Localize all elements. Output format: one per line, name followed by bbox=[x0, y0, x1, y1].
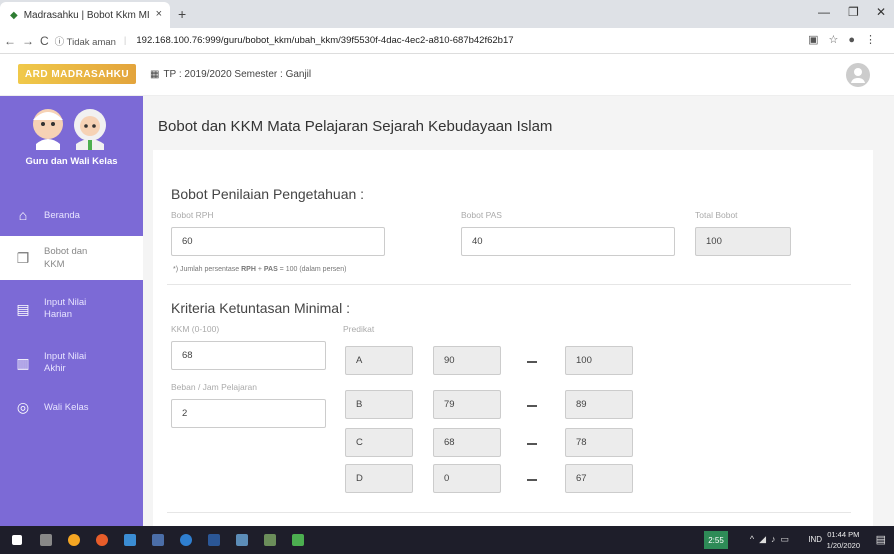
section-divider bbox=[167, 284, 851, 285]
sidebar-item-label: Input Nilai Harian bbox=[44, 297, 87, 320]
predikat-min: 68 bbox=[433, 428, 501, 457]
bobot-note-pas: PAS bbox=[263, 266, 278, 273]
sidebar-item-wali-kelas[interactable]: ◎ Wali Kelas bbox=[0, 394, 143, 420]
predikat-max: 100 bbox=[565, 346, 633, 375]
layers-icon: ❐ bbox=[16, 249, 30, 266]
browser-tab-bar: ◆ Madrasahku | Bobot Kkm MI × + — ❐ ✕ bbox=[0, 0, 894, 28]
home-icon: ⌂ bbox=[18, 207, 28, 223]
clock-time: 01:44 PM bbox=[827, 530, 860, 539]
app-logo[interactable]: ARD MADRASAHKU bbox=[18, 64, 136, 84]
sidebar-item-bobot-kkm[interactable]: ❐ Bobot dan KKM bbox=[0, 236, 143, 280]
clock-date: 1/20/2020 bbox=[826, 541, 860, 550]
beban-input[interactable]: 2 bbox=[171, 399, 326, 428]
predikat-grade: D bbox=[345, 464, 413, 493]
file-explorer-icon[interactable] bbox=[124, 534, 136, 546]
tab-title: Madrasahku | Bobot Kkm MI bbox=[23, 9, 150, 21]
range-dash bbox=[527, 361, 537, 363]
kkm-input[interactable]: 68 bbox=[171, 341, 326, 370]
browser-icon[interactable] bbox=[180, 534, 192, 546]
bobot-note-plus: + bbox=[255, 266, 264, 273]
close-window-icon[interactable]: ✕ bbox=[876, 5, 886, 19]
app-icon[interactable] bbox=[236, 534, 248, 546]
maximize-icon[interactable]: ❐ bbox=[848, 5, 859, 19]
favicon-icon: ◆ bbox=[10, 9, 18, 21]
sidebar-item-label: Input Nilai Akhir bbox=[44, 351, 87, 374]
user-circle-icon: ◎ bbox=[16, 398, 30, 415]
language-indicator[interactable]: IND bbox=[808, 535, 822, 544]
predikat-max: 89 bbox=[565, 390, 633, 419]
address-separator: | bbox=[123, 35, 127, 46]
new-tab-button[interactable]: + bbox=[178, 6, 186, 22]
task-view-icon[interactable] bbox=[40, 534, 52, 546]
main-content: Bobot dan KKM Mata Pelajaran Sejarah Keb… bbox=[143, 96, 894, 530]
bobot-note-suffix: = 100 (dalam persen) bbox=[277, 266, 347, 273]
predikat-grade: B bbox=[345, 390, 413, 419]
app-icon[interactable] bbox=[264, 534, 276, 546]
range-dash bbox=[527, 405, 537, 407]
bobot-section-title: Bobot Penilaian Pengetahuan : bbox=[171, 186, 365, 202]
beban-label: Beban / Jam Pelajaran bbox=[171, 382, 257, 392]
kkm-label: KKM (0-100) bbox=[171, 324, 220, 334]
tray-icons[interactable]: ^◢♪▭ bbox=[750, 534, 794, 545]
tray-app-indicator[interactable]: 2:55 bbox=[704, 531, 728, 549]
chrome-icon[interactable] bbox=[68, 534, 80, 546]
sidebar-item-input-nilai-harian[interactable]: ▤ Input Nilai Harian bbox=[0, 292, 143, 326]
sidebar-item-beranda[interactable]: ⌂ Beranda bbox=[0, 200, 143, 230]
range-dash bbox=[527, 479, 537, 481]
sidebar-item-input-nilai-akhir[interactable]: ▥ Input Nilai Akhir bbox=[0, 346, 143, 380]
store-icon[interactable] bbox=[152, 534, 164, 546]
note-icon: ▤ bbox=[16, 300, 30, 317]
predikat-label: Predikat bbox=[343, 324, 375, 334]
tp-semester-text: TP : 2019/2020 Semester : Ganjil bbox=[163, 69, 312, 80]
total-input: 100 bbox=[695, 227, 791, 256]
bobot-note: *) Jumlah persentase RPH + PAS = 100 (da… bbox=[173, 266, 346, 273]
windows-taskbar: 2:55 ^◢♪▭ IND 01:44 PM 1/20/2020 ▤ bbox=[0, 526, 894, 554]
predikat-grade: A bbox=[345, 346, 413, 375]
notification-icon[interactable]: ▤ bbox=[876, 533, 886, 546]
calendar-icon: ▦ bbox=[150, 69, 160, 80]
app-header: ARD MADRASAHKU ▦ TP : 2019/2020 Semester… bbox=[0, 54, 894, 96]
predikat-min: 90 bbox=[433, 346, 501, 375]
app-icon[interactable] bbox=[292, 534, 304, 546]
sidebar: Guru dan Wali Kelas ⌂ Beranda ❐ Bobot da… bbox=[0, 96, 143, 526]
sidebar-item-label: Bobot dan KKM bbox=[44, 246, 88, 270]
section-divider bbox=[167, 512, 851, 513]
predikat-grade: C bbox=[345, 428, 413, 457]
rph-input[interactable]: 60 bbox=[171, 227, 385, 256]
word-icon[interactable] bbox=[208, 534, 220, 546]
bobot-note-rph: RPH bbox=[241, 266, 256, 273]
form-card: Bobot Penilaian Pengetahuan : Bobot RPH … bbox=[153, 150, 873, 530]
firefox-icon[interactable] bbox=[96, 534, 108, 546]
predikat-min: 0 bbox=[433, 464, 501, 493]
user-avatar[interactable] bbox=[846, 63, 870, 87]
windows-start-icon[interactable] bbox=[12, 535, 22, 545]
nav-buttons[interactable]: ←→C bbox=[4, 34, 55, 48]
rph-label: Bobot RPH bbox=[171, 210, 214, 220]
sidebar-item-label: Beranda bbox=[44, 209, 80, 221]
sidebar-item-label: Wali Kelas bbox=[44, 401, 89, 413]
minimize-icon[interactable]: — bbox=[818, 5, 830, 19]
kkm-section-title: Kriteria Ketuntasan Minimal : bbox=[171, 300, 350, 316]
pas-input[interactable]: 40 bbox=[461, 227, 675, 256]
address-bar-actions[interactable]: ▣☆●⋮ bbox=[808, 33, 886, 46]
total-label: Total Bobot bbox=[695, 210, 738, 220]
clock[interactable]: 01:44 PM 1/20/2020 bbox=[827, 529, 860, 551]
students-illustration bbox=[33, 109, 106, 150]
range-dash bbox=[527, 443, 537, 445]
sidebar-role: Guru dan Wali Kelas bbox=[25, 156, 118, 167]
predikat-max: 78 bbox=[565, 428, 633, 457]
insecure-indicator[interactable]: ⓘ Tidak aman bbox=[55, 34, 116, 48]
pas-label: Bobot PAS bbox=[461, 210, 502, 220]
browser-tab[interactable]: ◆ Madrasahku | Bobot Kkm MI × bbox=[0, 2, 170, 28]
bobot-note-prefix: *) Jumlah persentase bbox=[173, 266, 242, 273]
tab-close-icon[interactable]: × bbox=[156, 8, 162, 20]
url-field[interactable]: 192.168.100.76:999/guru/bobot_kkm/ubah_k… bbox=[136, 35, 513, 46]
address-bar: ←→C ⓘ Tidak aman | 192.168.100.76:999/gu… bbox=[0, 28, 894, 54]
predikat-min: 79 bbox=[433, 390, 501, 419]
document-icon: ▥ bbox=[16, 354, 30, 371]
predikat-max: 67 bbox=[565, 464, 633, 493]
tp-semester-label: ▦ TP : 2019/2020 Semester : Ganjil bbox=[150, 69, 311, 80]
page-title: Bobot dan KKM Mata Pelajaran Sejarah Keb… bbox=[158, 118, 553, 135]
